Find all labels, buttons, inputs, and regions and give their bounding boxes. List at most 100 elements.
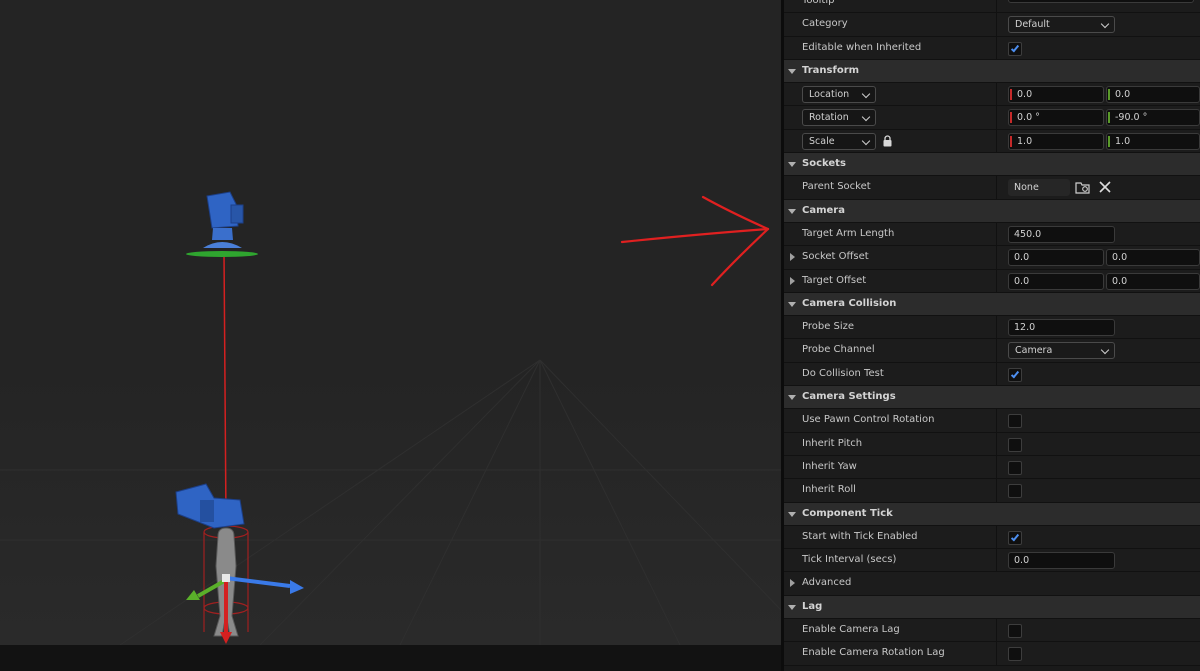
column-divider[interactable] <box>996 83 997 106</box>
chevron-down-icon[interactable] <box>788 511 796 517</box>
column-divider[interactable] <box>996 619 997 642</box>
use-pawn-control-rotation-checkbox[interactable] <box>1008 414 1022 429</box>
level-viewport[interactable] <box>0 0 781 645</box>
property-label: Use Pawn Control Rotation <box>802 414 935 426</box>
property-label: Inherit Yaw <box>802 460 857 472</box>
section-title: Component Tick <box>802 507 893 519</box>
column-divider[interactable] <box>996 269 997 292</box>
column-divider[interactable] <box>996 339 997 362</box>
column-divider[interactable] <box>996 36 997 59</box>
section-camera-settings[interactable]: Camera Settings <box>784 386 1200 410</box>
property-row-tooltip: Tooltip <box>784 0 1200 14</box>
floor-grid <box>0 359 781 645</box>
chevron-down-icon[interactable] <box>788 604 796 610</box>
target-offset-y-input[interactable]: 0.0 <box>1106 272 1200 290</box>
location-mode-dropdown[interactable]: Location <box>802 86 876 104</box>
parent-socket-field[interactable]: None <box>1008 179 1070 197</box>
chevron-down-icon[interactable] <box>788 208 796 214</box>
column-divider[interactable] <box>996 246 997 269</box>
column-divider[interactable] <box>996 409 997 432</box>
column-divider[interactable] <box>996 129 997 153</box>
target-arm-length-input[interactable]: 450.0 <box>1008 225 1115 243</box>
property-row-start-with-tick-enabled: Start with Tick Enabled <box>784 525 1200 550</box>
socket-offset-y-input[interactable]: 0.0 <box>1106 249 1200 267</box>
column-divider[interactable] <box>996 0 997 13</box>
scale-mode-dropdown[interactable]: Scale <box>802 132 876 150</box>
column-divider[interactable] <box>996 432 997 455</box>
section-component-tick[interactable]: Component Tick <box>784 502 1200 526</box>
chevron-down-icon[interactable] <box>788 301 796 307</box>
rotation-x-input[interactable]: 0.0 ° <box>1008 109 1104 127</box>
inherit-yaw-checkbox[interactable] <box>1008 460 1022 475</box>
section-lag[interactable]: Lag <box>784 595 1200 620</box>
chevron-down-icon[interactable] <box>788 162 796 168</box>
column-divider[interactable] <box>996 455 997 479</box>
property-row-rotation: Rotation 0.0 ° -90.0 ° <box>784 106 1200 130</box>
property-row-use-pawn-control-rotation: Use Pawn Control Rotation <box>784 409 1200 433</box>
details-panel: Tooltip Category Default Editable when Inhe… <box>784 0 1200 671</box>
column-divider[interactable] <box>996 549 997 572</box>
section-transform[interactable]: Transform <box>784 59 1200 84</box>
location-x-input[interactable]: 0.0 <box>1008 86 1104 104</box>
property-label: Enable Camera Rotation Lag <box>802 647 945 659</box>
chevron-down-icon <box>861 89 871 99</box>
annotation-arrow <box>620 195 770 287</box>
category-dropdown[interactable]: Default <box>1008 16 1115 34</box>
socket-offset-x-input[interactable]: 0.0 <box>1008 249 1104 267</box>
tick-interval-secs-input[interactable]: 0.0 <box>1008 552 1115 570</box>
target-offset-x-input[interactable]: 0.0 <box>1008 272 1104 290</box>
scale-y-input[interactable]: 1.0 <box>1106 132 1200 150</box>
close-icon[interactable] <box>1099 181 1111 193</box>
property-row-inherit-pitch: Inherit Pitch <box>784 432 1200 456</box>
enable-camera-rotation-lag-checkbox[interactable] <box>1008 647 1022 662</box>
rotation-mode-dropdown[interactable]: Rotation <box>802 109 876 127</box>
section-title: Camera Settings <box>802 391 896 403</box>
property-row-enable-camera-rotation-lag: Enable Camera Rotation Lag <box>784 642 1200 666</box>
details-rows: Tooltip Category Default Editable when Inhe… <box>784 0 1200 666</box>
start-with-tick-enabled-checkbox[interactable] <box>1008 530 1022 545</box>
character-mesh[interactable] <box>175 483 249 637</box>
chevron-down-icon[interactable] <box>788 395 796 401</box>
inherit-roll-checkbox[interactable] <box>1008 484 1022 499</box>
lock-icon[interactable] <box>882 135 893 147</box>
column-divider[interactable] <box>996 222 997 246</box>
column-divider[interactable] <box>996 525 997 549</box>
column-divider[interactable] <box>996 106 997 129</box>
chevron-right-icon[interactable] <box>790 253 795 262</box>
column-divider[interactable] <box>996 316 997 339</box>
column-divider[interactable] <box>996 13 997 36</box>
section-camera-collision[interactable]: Camera Collision <box>784 292 1200 317</box>
chevron-down-icon[interactable] <box>788 68 796 74</box>
property-row-advanced[interactable]: Advanced <box>784 572 1200 596</box>
probe-size-input[interactable]: 12.0 <box>1008 319 1115 337</box>
column-divider[interactable] <box>996 362 997 386</box>
folder-search-icon[interactable] <box>1075 180 1090 194</box>
rotation-y-input[interactable]: -90.0 ° <box>1106 109 1200 127</box>
section-title: Camera <box>802 204 845 216</box>
chevron-right-icon[interactable] <box>790 276 795 285</box>
do-collision-test-checkbox[interactable] <box>1008 367 1022 382</box>
dropdown-value: Location <box>809 89 850 101</box>
section-sockets[interactable]: Sockets <box>784 153 1200 177</box>
location-y-input[interactable]: 0.0 <box>1106 86 1200 104</box>
column-divider[interactable] <box>996 642 997 665</box>
property-row-target-offset: Target Offset 0.0 0.0 <box>784 269 1200 293</box>
property-label: Editable when Inherited <box>802 41 922 53</box>
chevron-right-icon[interactable] <box>790 579 795 588</box>
tooltip-input[interactable] <box>1008 0 1194 3</box>
section-title: Lag <box>802 600 823 612</box>
property-label: Tooltip <box>802 0 835 6</box>
inherit-pitch-checkbox[interactable] <box>1008 437 1022 452</box>
probe-channel-dropdown[interactable]: Camera <box>1008 342 1115 360</box>
property-label: Inherit Roll <box>802 484 856 496</box>
scale-x-input[interactable]: 1.0 <box>1008 132 1104 150</box>
section-camera[interactable]: Camera <box>784 199 1200 223</box>
editable-when-inherited-checkbox[interactable] <box>1008 41 1022 56</box>
enable-camera-lag-checkbox[interactable] <box>1008 624 1022 639</box>
property-label: Start with Tick Enabled <box>802 530 918 542</box>
column-divider[interactable] <box>996 479 997 502</box>
column-divider[interactable] <box>996 176 997 199</box>
property-label: Do Collision Test <box>802 367 884 379</box>
property-label: Inherit Pitch <box>802 437 863 449</box>
camera-mesh[interactable] <box>186 191 258 257</box>
